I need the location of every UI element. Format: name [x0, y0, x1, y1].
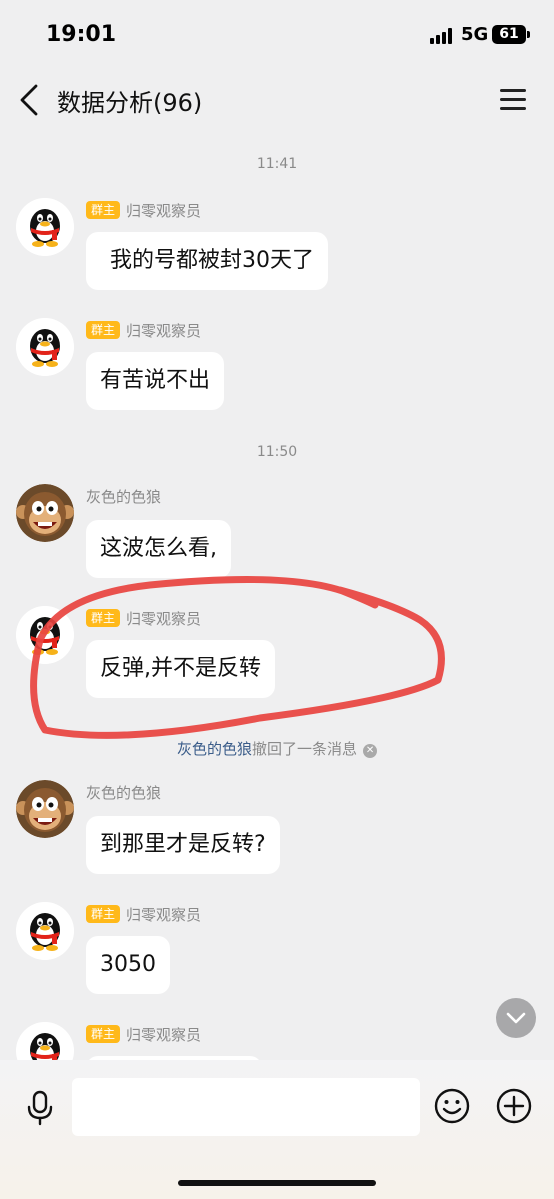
penguin-icon — [16, 318, 74, 376]
sender-name: 归零观察员 — [126, 1025, 202, 1044]
message-meta: 群主 归零观察员 — [86, 320, 201, 340]
message-bubble[interactable]: 有苦说不出 — [86, 352, 225, 410]
recall-notice: 灰色的色狼撤回了一条消息 ✕ — [0, 738, 554, 759]
status-bar: 19:01 5G 61 — [0, 0, 554, 68]
avatar[interactable] — [16, 484, 74, 542]
chat-area[interactable]: 11:41 群主 归零观察员 我的号都被封30天了 群主 归零观察员 有苦说不出… — [0, 130, 554, 1060]
message-meta: 灰色的色狼 — [86, 486, 161, 506]
owner-badge: 群主 — [86, 905, 121, 923]
voice-button[interactable] — [22, 1088, 58, 1128]
owner-badge: 群主 — [86, 609, 121, 627]
sender-name: 归零观察员 — [126, 905, 202, 924]
message-meta: 群主 归零观察员 — [86, 608, 201, 628]
more-button[interactable] — [495, 1087, 533, 1125]
penguin-icon — [16, 1022, 74, 1060]
message-input[interactable] — [72, 1078, 420, 1136]
penguin-icon — [16, 606, 74, 664]
scroll-to-bottom-button[interactable] — [496, 998, 536, 1038]
message-bubble[interactable]: 3050 — [86, 936, 170, 994]
battery-icon: 61 — [492, 25, 526, 44]
avatar[interactable] — [16, 1022, 74, 1060]
monkey-icon — [16, 484, 74, 542]
penguin-icon — [16, 198, 74, 256]
message-meta: 群主 归零观察员 — [86, 1024, 201, 1044]
input-bar — [0, 1060, 554, 1199]
message-meta: 灰色的色狼 — [86, 782, 161, 802]
close-icon[interactable]: ✕ — [363, 744, 378, 758]
sender-name: 归零观察员 — [126, 201, 202, 220]
recall-user-link[interactable]: 灰色的色狼 — [177, 740, 252, 758]
sender-name: 灰色的色狼 — [86, 783, 162, 802]
monkey-icon — [16, 780, 74, 838]
sender-name: 归零观察员 — [126, 321, 202, 340]
signal-icon — [430, 28, 456, 44]
penguin-icon — [16, 902, 74, 960]
menu-button[interactable] — [498, 84, 530, 114]
page-title: 数据分析(96) — [57, 89, 203, 117]
chevron-down-icon — [506, 1012, 526, 1024]
home-indicator — [178, 1180, 376, 1186]
owner-badge: 群主 — [86, 1025, 121, 1043]
recall-text: 撤回了一条消息 — [252, 740, 358, 758]
smiley-icon — [434, 1088, 470, 1124]
sender-name: 归零观察员 — [126, 609, 202, 628]
avatar[interactable] — [16, 198, 74, 256]
sender-name: 灰色的色狼 — [86, 487, 162, 506]
plus-circle-icon — [496, 1088, 532, 1124]
status-time: 19:01 — [46, 22, 117, 47]
emoji-button[interactable] — [433, 1087, 471, 1125]
message-bubble[interactable]: 到那里才是反转? — [86, 816, 280, 874]
battery-cap — [527, 31, 530, 38]
network-type: 5G — [461, 24, 489, 45]
chevron-left-icon — [20, 84, 38, 116]
avatar[interactable] — [16, 902, 74, 960]
avatar[interactable] — [16, 318, 74, 376]
message-bubble[interactable]: 反弹,并不是反转 — [86, 640, 275, 698]
chat-header: 数据分析(96) — [0, 70, 554, 130]
message-meta: 群主 归零观察员 — [86, 200, 201, 220]
message-bubble[interactable]: 这波怎么看, — [86, 520, 231, 578]
avatar[interactable] — [16, 780, 74, 838]
message-meta: 群主 归零观察员 — [86, 904, 201, 924]
owner-badge: 群主 — [86, 321, 121, 339]
timestamp: 11:41 — [256, 156, 298, 172]
microphone-icon — [27, 1090, 53, 1126]
timestamp: 11:50 — [256, 444, 298, 460]
back-button[interactable] — [16, 80, 46, 120]
avatar[interactable] — [16, 606, 74, 664]
owner-badge: 群主 — [86, 201, 121, 219]
message-bubble[interactable]: 我的号都被封30天了 — [86, 232, 328, 290]
